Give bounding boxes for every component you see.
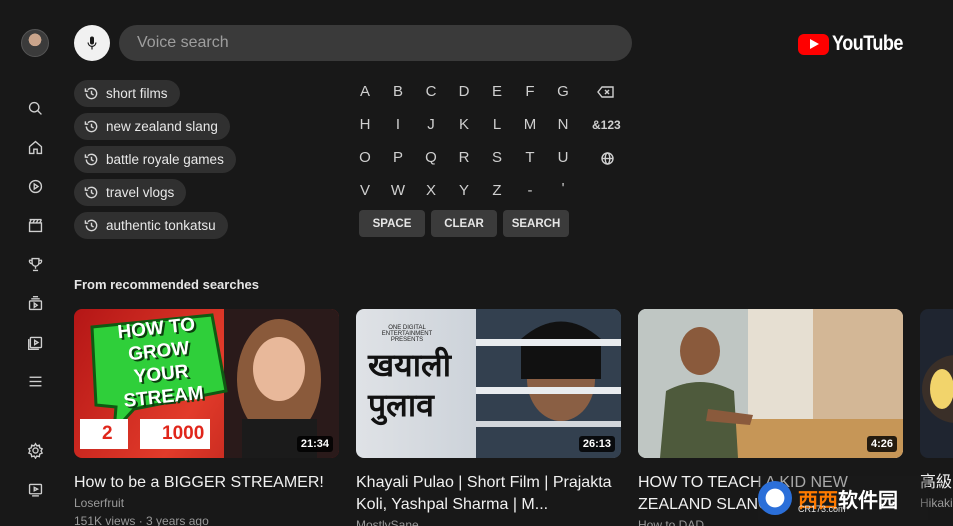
key[interactable]: Q [421,149,441,166]
key[interactable]: I [388,116,408,133]
thumbnail-stat: 2 [102,423,113,444]
thumbnail-art [638,309,903,458]
key[interactable]: J [421,116,441,133]
space-button[interactable]: SPACE [359,210,425,237]
history-icon [84,153,98,166]
history-chip-label: authentic tonkatsu [106,218,216,233]
watermark-logo-icon [758,481,792,515]
key[interactable]: U [553,149,573,166]
key[interactable]: W [388,182,408,199]
duration-badge: 4:26 [866,436,897,452]
key[interactable]: Z [487,182,507,199]
video-card[interactable]: HOW TO GROW YOUR STREAM 2 1000 21:34 How… [74,309,339,526]
trophy-icon[interactable] [25,254,45,274]
history-chip-label: short films [106,86,168,101]
watermark-url: CR173.com [798,504,846,514]
thumbnail-stat: 1000 [162,423,205,444]
video-meta: 151K views · 3 years ago [74,514,209,526]
key[interactable]: B [388,83,408,100]
history-chip[interactable]: battle royale games [74,146,236,173]
microphone-icon [87,36,97,50]
home-icon[interactable] [25,137,45,157]
youtube-logo: YouTube [798,31,915,57]
symbols-key[interactable]: &123 [592,118,621,132]
key[interactable]: V [355,182,375,199]
video-thumbnail[interactable]: ONE DIGITAL ENTERTAINMENT PRESENTS खयाली… [356,309,621,458]
video-thumbnail[interactable]: 4:26 [638,309,903,458]
duration-badge: 21:34 [296,436,333,452]
history-icon [84,219,98,232]
thumbnail-small-text: ONE DIGITAL ENTERTAINMENT PRESENTS [381,325,433,343]
subscriptions-icon[interactable] [25,293,45,313]
thumbnail-headline: HOW TO GROW YOUR STREAM [96,311,225,415]
avatar[interactable] [21,29,49,57]
youtube-tv-search-screen: Voice search YouTube short films new zea… [0,0,953,526]
section-title: From recommended searches [74,277,259,292]
history-chip[interactable]: travel vlogs [74,179,187,206]
key[interactable]: A [355,83,375,100]
settings-icon[interactable] [25,440,45,460]
key[interactable]: O [355,149,375,166]
search-icon[interactable] [25,98,45,118]
key[interactable]: X [421,182,441,199]
key[interactable]: S [487,149,507,166]
duration-badge: 26:13 [578,436,615,452]
key[interactable]: C [421,83,441,100]
history-icon [84,87,98,100]
history-icon [84,120,98,133]
history-chip-label: travel vlogs [106,185,175,200]
video-card[interactable]: ONE DIGITAL ENTERTAINMENT PRESENTS खयाली… [356,309,621,526]
video-title: Khayali Pulao | Short Film | Prajakta Ko… [356,474,612,513]
clear-button[interactable]: CLEAR [431,210,497,237]
key[interactable]: N [553,116,573,133]
key[interactable]: F [520,83,540,100]
history-icon [84,186,98,199]
globe-icon[interactable] [594,149,620,167]
movies-icon[interactable] [25,215,45,235]
video-title: How to be a BIGGER STREAMER! [74,474,324,491]
key[interactable]: P [388,149,408,166]
key[interactable]: ' [553,180,573,197]
watermark-text-b: 软件园 [838,489,898,512]
logo-text: YouTube [832,32,903,55]
search-placeholder: Voice search [137,34,229,51]
search-input[interactable]: Voice search [119,25,632,61]
history-chip[interactable]: new zealand slang [74,113,230,140]
key[interactable]: T [520,149,540,166]
key[interactable]: K [454,116,474,133]
channel-name: MostlySane [356,518,419,526]
history-chip-label: battle royale games [106,152,224,167]
menu-icon[interactable] [25,371,45,391]
search-button[interactable]: SEARCH [503,210,569,237]
thumbnail-art [922,355,953,423]
key[interactable]: H [355,116,375,133]
youtube-play-icon [798,33,829,55]
history-chip-label: new zealand slang [106,119,218,134]
history-chip[interactable]: short films [74,80,180,107]
library-icon[interactable] [25,332,45,352]
key[interactable]: G [553,83,573,100]
site-watermark: 西西 软件园 CR173.com [758,476,928,520]
key[interactable]: R [454,149,474,166]
key[interactable]: D [454,83,474,100]
key[interactable]: M [520,116,540,133]
thumbnail-text: खयाली [368,346,452,384]
backspace-icon[interactable] [593,83,619,101]
thumbnail-headline: खयाली पुलाव [368,345,451,425]
thumbnail-text: पुलाव [368,386,434,424]
key[interactable]: - [520,182,540,199]
key[interactable]: Y [454,182,474,199]
history-chip[interactable]: authentic tonkatsu [74,212,228,239]
voice-search-button[interactable] [74,25,110,61]
key[interactable]: L [487,116,507,133]
cast-icon[interactable] [25,479,45,499]
key[interactable]: E [487,83,507,100]
left-rail [0,0,70,526]
shorts-icon[interactable] [25,176,45,196]
channel-name: Loserfruit [74,496,125,510]
video-thumbnail[interactable] [920,309,953,458]
video-thumbnail[interactable]: HOW TO GROW YOUR STREAM 2 1000 21:34 [74,309,339,458]
